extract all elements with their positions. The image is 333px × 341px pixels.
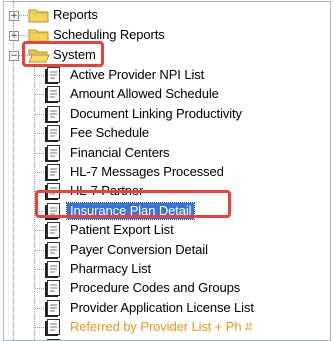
- tree-node-label: System: [53, 47, 96, 62]
- tree-line: [34, 64, 35, 340]
- report-document-icon: [45, 280, 60, 298]
- report-item-label: HL-7 Partner: [70, 183, 144, 199]
- tree-line: [18, 35, 28, 36]
- report-document-icon: [45, 222, 60, 240]
- tree-line: [35, 210, 44, 212]
- report-item-label: Provider Application License List: [70, 299, 254, 315]
- tree-line: [35, 172, 44, 173]
- expand-icon[interactable]: +: [9, 11, 19, 21]
- report-document-icon: [45, 299, 60, 317]
- report-item[interactable]: HL-7 Messages Processed: [35, 162, 314, 182]
- report-item-label: Referred by Provider List + Ph #: [70, 319, 253, 335]
- report-tree: + Reports + Scheduling Reports − System …: [3, 1, 331, 341]
- tree-line: [35, 113, 44, 115]
- report-document-icon: [45, 319, 60, 337]
- report-document-icon: [45, 125, 60, 143]
- tree-node-label: Reports: [53, 7, 98, 22]
- expand-icon[interactable]: +: [9, 31, 19, 41]
- tree-line: [18, 15, 28, 16]
- report-item[interactable]: Payer Conversion Detail: [35, 240, 314, 260]
- tree-line: [35, 327, 44, 329]
- tree-line: [18, 55, 28, 56]
- report-document-icon: [45, 164, 60, 181]
- report-item-label: Fee Schedule: [70, 125, 150, 141]
- tree-node-label: Scheduling Reports: [53, 27, 165, 42]
- report-item[interactable]: Fee Schedule: [35, 123, 314, 143]
- report-item-label: Payer Conversion Detail: [70, 241, 208, 257]
- report-item[interactable]: Active Provider NPI List: [35, 65, 314, 85]
- report-document-icon: [45, 67, 60, 84]
- tree-line: [35, 288, 44, 290]
- report-item[interactable]: Provider Application License List: [35, 298, 314, 318]
- report-item-label: Patient Export List: [70, 222, 174, 238]
- report-item[interactable]: Amount Allowed Schedule: [35, 84, 314, 104]
- report-document-icon: [45, 202, 60, 220]
- report-item-label: Pharmacy List: [70, 261, 152, 276]
- report-document-icon: [45, 144, 60, 162]
- report-item[interactable]: Financial Centers: [35, 143, 314, 163]
- tree-line: [35, 230, 44, 232]
- tree-line: [35, 94, 44, 96]
- report-item[interactable]: HL-7 Partner: [35, 181, 314, 201]
- report-item-label: Financial Centers: [70, 144, 170, 160]
- report-item-label: Active Provider NPI List: [70, 67, 205, 82]
- tree-line: [35, 152, 44, 154]
- report-item[interactable]: Referred by Provider List + Ph #: [35, 317, 314, 337]
- report-item[interactable]: Procedure Codes and Groups: [35, 278, 314, 298]
- report-document-icon: [45, 86, 60, 104]
- tree-line: [35, 75, 44, 76]
- tree-line: [35, 269, 44, 270]
- report-item-label: Document Linking Productivity: [70, 105, 242, 121]
- report-item-label: Amount Allowed Schedule: [70, 86, 219, 102]
- report-item[interactable]: RVU Schedule: [44, 337, 314, 340]
- folder-icon: [28, 9, 49, 23]
- tree-line: [35, 249, 44, 251]
- report-document-icon: [45, 105, 60, 123]
- tree-line: [35, 307, 44, 309]
- report-item-label: Insurance Plan Detail: [65, 201, 196, 220]
- tree-line: [35, 133, 44, 135]
- report-item-label: HL-7 Messages Processed: [70, 164, 224, 179]
- report-item-label: Procedure Codes and Groups: [70, 280, 241, 296]
- report-document-icon: [47, 338, 60, 340]
- open-folder-icon: [28, 49, 50, 63]
- report-item[interactable]: Pharmacy List: [35, 259, 314, 279]
- report-document-icon: [45, 261, 60, 278]
- collapse-icon[interactable]: −: [9, 51, 19, 61]
- report-item[interactable]: Patient Export List: [35, 220, 314, 240]
- report-item[interactable]: Insurance Plan Detail: [35, 201, 314, 221]
- report-document-icon: [45, 241, 60, 259]
- report-document-icon: [45, 183, 60, 201]
- report-item[interactable]: Document Linking Productivity: [35, 104, 314, 124]
- tree-line: [35, 191, 44, 193]
- folder-icon: [28, 29, 49, 43]
